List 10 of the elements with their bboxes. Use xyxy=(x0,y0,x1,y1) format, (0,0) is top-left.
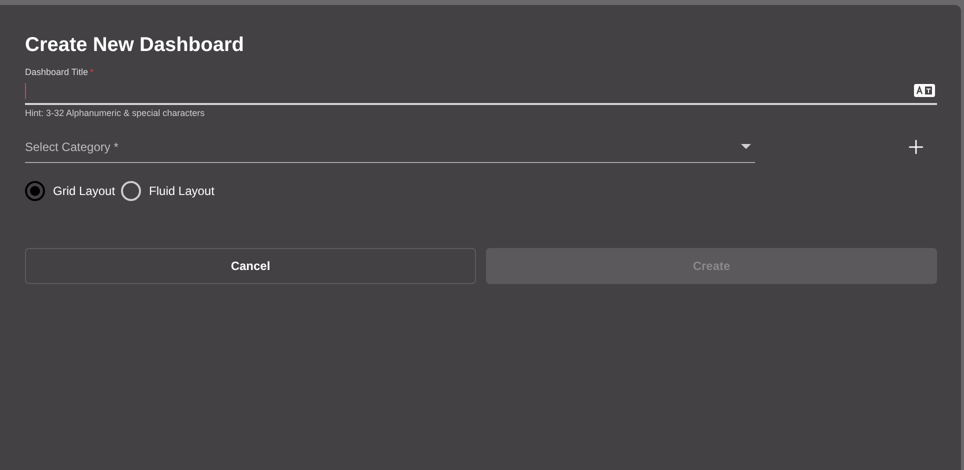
dialog-button[interactable]: Cancel xyxy=(25,248,476,284)
category-select[interactable]: Select Category * xyxy=(25,131,755,163)
dropdown-caret-icon xyxy=(741,144,751,149)
dialog-title: Create New Dashboard xyxy=(25,33,244,57)
layout-radio[interactable]: Grid Layout xyxy=(25,181,116,201)
required-mark: * xyxy=(90,67,94,78)
field-label: Dashboard Title xyxy=(25,67,88,78)
layout-radio[interactable]: Fluid Layout xyxy=(121,181,214,201)
keyboard-icon[interactable] xyxy=(914,84,935,97)
hint-text: Hint: 3-32 Alphanumeric & special characters xyxy=(25,108,205,119)
